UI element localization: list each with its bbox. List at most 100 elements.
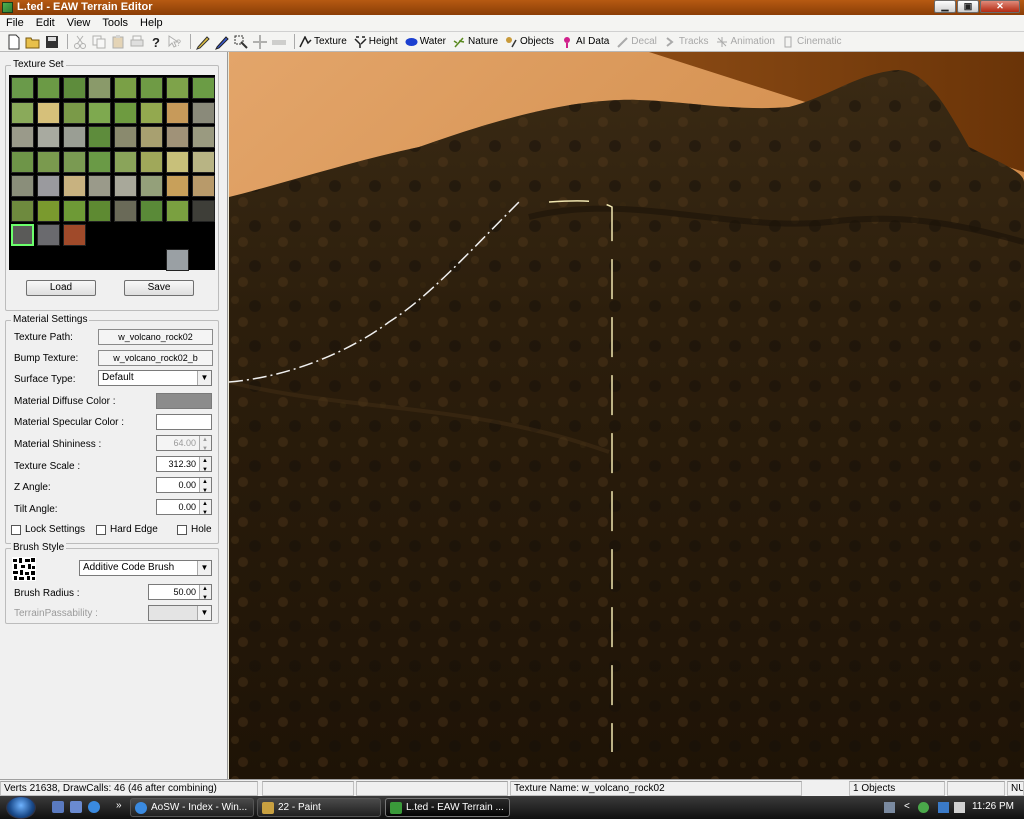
texture-swatch[interactable] xyxy=(36,199,60,222)
texture-swatch[interactable] xyxy=(11,224,34,246)
minimize-button[interactable]: ▁ xyxy=(934,0,956,13)
texture-swatch[interactable] xyxy=(62,224,86,246)
tray-app-icon[interactable] xyxy=(884,802,895,813)
texture-swatch[interactable] xyxy=(114,126,138,148)
height-mode-button[interactable]: Height xyxy=(354,35,398,48)
brush-type-select[interactable]: Additive Code Brush ▼ xyxy=(79,560,212,576)
cut-icon[interactable] xyxy=(72,34,88,50)
diffuse-color-swatch[interactable] xyxy=(156,393,212,409)
load-button[interactable]: Load xyxy=(26,280,96,296)
pen-icon[interactable] xyxy=(214,34,230,50)
menu-view[interactable]: View xyxy=(61,15,97,31)
texture-swatch[interactable] xyxy=(88,126,112,148)
texture-swatch[interactable] xyxy=(165,248,189,271)
brush-radius-spinner[interactable]: 50.00 xyxy=(148,582,212,605)
paste-icon[interactable] xyxy=(110,34,126,50)
texture-swatch[interactable] xyxy=(165,77,189,99)
texture-swatch[interactable] xyxy=(88,175,112,197)
ai-data-mode-button[interactable]: AI Data xyxy=(561,36,609,48)
switch-windows-icon[interactable] xyxy=(70,801,82,813)
texture-swatch[interactable] xyxy=(191,150,215,173)
texture-swatch[interactable] xyxy=(11,101,34,124)
hard-edge-checkbox[interactable] xyxy=(96,525,106,535)
pencil-icon[interactable] xyxy=(195,34,211,50)
specular-color-swatch[interactable] xyxy=(156,414,212,430)
texture-swatch[interactable] xyxy=(88,77,112,99)
texture-swatch[interactable] xyxy=(62,77,86,99)
spin-arrows-icon[interactable] xyxy=(199,475,211,498)
texture-swatch[interactable] xyxy=(191,199,215,222)
texture-swatch[interactable] xyxy=(11,175,34,197)
start-button[interactable] xyxy=(6,796,36,819)
surface-type-select[interactable]: Default ▼ xyxy=(98,370,212,386)
print-icon[interactable] xyxy=(129,34,145,50)
tray-expand-arrow[interactable]: < xyxy=(904,801,910,812)
maximize-button[interactable]: ▣ xyxy=(957,0,979,13)
texture-swatch[interactable] xyxy=(88,150,112,173)
spin-arrows-icon[interactable] xyxy=(199,454,211,477)
texture-mode-button[interactable]: Texture xyxy=(299,34,347,48)
volume-icon[interactable] xyxy=(954,802,965,813)
hole-checkbox[interactable] xyxy=(177,525,187,535)
menu-edit[interactable]: Edit xyxy=(30,15,61,31)
select-icon[interactable] xyxy=(233,34,249,50)
texture-swatch[interactable] xyxy=(11,77,34,99)
spin-arrows-icon[interactable] xyxy=(199,582,211,605)
copy-icon[interactable] xyxy=(91,34,107,50)
texture-swatch[interactable] xyxy=(11,199,34,222)
nature-mode-button[interactable]: Nature xyxy=(453,36,498,48)
texture-swatch[interactable] xyxy=(36,126,60,148)
texture-swatch[interactable] xyxy=(36,101,60,124)
texture-scale-spinner[interactable]: 312.30 xyxy=(156,454,212,477)
texture-swatch[interactable] xyxy=(140,199,163,222)
texture-swatch[interactable] xyxy=(191,101,215,124)
close-button[interactable]: ✕ xyxy=(980,0,1020,13)
z-angle-spinner[interactable]: 0.00 xyxy=(156,475,212,498)
taskbar-item-browser[interactable]: AoSW - Index - Win... xyxy=(130,798,254,817)
texture-path-field[interactable]: w_volcano_rock02 xyxy=(98,329,213,345)
texture-swatch[interactable] xyxy=(114,150,138,173)
cinematic-mode-button[interactable]: Cinematic xyxy=(782,36,841,48)
texture-swatch[interactable] xyxy=(191,77,215,99)
texture-swatch[interactable] xyxy=(165,175,189,197)
taskbar-item-terrain-editor[interactable]: L.ted - EAW Terrain ... xyxy=(385,798,510,817)
texture-swatch[interactable] xyxy=(165,101,189,124)
new-file-icon[interactable] xyxy=(6,34,22,50)
texture-swatch[interactable] xyxy=(88,101,112,124)
user-icon[interactable] xyxy=(918,802,929,813)
bump-texture-field[interactable]: w_volcano_rock02_b xyxy=(98,350,213,366)
menu-file[interactable]: File xyxy=(0,15,30,31)
texture-swatch[interactable] xyxy=(11,126,34,148)
texture-swatch[interactable] xyxy=(114,101,138,124)
texture-swatch[interactable] xyxy=(62,101,86,124)
terrain-viewport[interactable] xyxy=(229,52,1024,779)
texture-swatch-grid[interactable] xyxy=(9,75,215,271)
texture-swatch[interactable] xyxy=(36,175,60,197)
texture-swatch[interactable] xyxy=(191,175,215,197)
context-help-icon[interactable]: ? xyxy=(167,34,183,50)
network-icon[interactable] xyxy=(938,802,949,813)
move-icon[interactable] xyxy=(252,34,268,50)
texture-swatch[interactable] xyxy=(165,150,189,173)
lock-settings-checkbox[interactable] xyxy=(11,525,21,535)
texture-swatch[interactable] xyxy=(36,150,60,173)
tilt-angle-spinner[interactable]: 0.00 xyxy=(156,497,212,520)
help-icon[interactable]: ? xyxy=(148,34,164,50)
texture-swatch[interactable] xyxy=(140,150,163,173)
save-disk-icon[interactable] xyxy=(44,34,60,50)
texture-swatch[interactable] xyxy=(140,126,163,148)
quick-launch-overflow[interactable]: » xyxy=(116,800,122,811)
show-desktop-icon[interactable] xyxy=(52,801,64,813)
menu-help[interactable]: Help xyxy=(134,15,169,31)
texture-swatch[interactable] xyxy=(114,77,138,99)
eraser-icon[interactable] xyxy=(271,34,287,50)
texture-swatch[interactable] xyxy=(62,175,86,197)
water-mode-button[interactable]: Water xyxy=(405,36,446,48)
texture-swatch[interactable] xyxy=(165,126,189,148)
open-folder-icon[interactable] xyxy=(25,34,41,50)
texture-swatch[interactable] xyxy=(88,199,112,222)
texture-swatch[interactable] xyxy=(62,199,86,222)
decal-mode-button[interactable]: Decal xyxy=(616,36,657,48)
animation-mode-button[interactable]: Animation xyxy=(716,36,775,48)
texture-swatch[interactable] xyxy=(165,199,189,222)
